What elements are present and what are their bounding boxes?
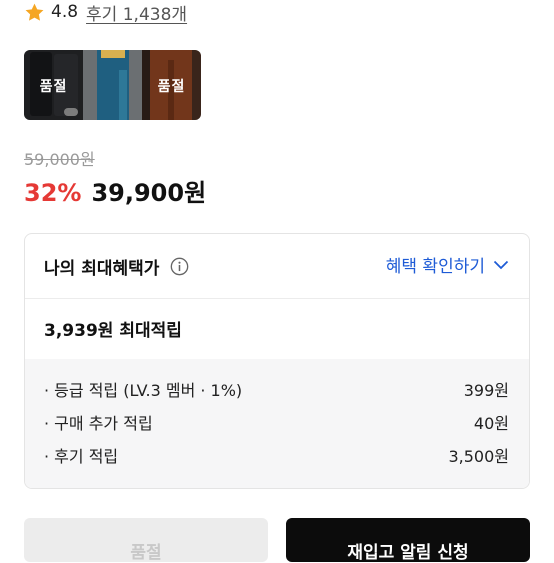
reward-row: · 구매 추가 적립 40원	[44, 410, 509, 434]
option-thumbnail[interactable]: 품절	[24, 50, 83, 120]
soldout-button[interactable]: 품절	[24, 518, 268, 563]
reward-value: 40원	[473, 414, 509, 433]
rating-value: 4.8	[51, 2, 79, 22]
reward-row: · 등급 적립 (LV.3 멤버 · 1%) 399원	[44, 377, 509, 401]
reward-details: · 등급 적립 (LV.3 멤버 · 1%) 399원 · 구매 추가 적립 4…	[25, 359, 529, 488]
sale-price: 39,900원	[91, 179, 207, 207]
info-icon[interactable]	[170, 257, 189, 276]
star-icon	[25, 3, 44, 21]
option-thumbnail[interactable]: 품절	[142, 50, 201, 120]
price-row: 32% 39,900원	[24, 173, 206, 208]
reward-label: · 구매 추가 적립	[44, 414, 153, 433]
review-count-link[interactable]: 후기 1,438개	[86, 0, 187, 25]
original-price: 59,000원	[24, 150, 95, 169]
soldout-badge: 품절	[39, 79, 68, 95]
benefit-card-header: 나의 최대혜택가 혜택 확인하기	[25, 234, 529, 298]
benefit-toggle-button[interactable]: 혜택 확인하기	[386, 252, 509, 277]
benefit-toggle-label: 혜택 확인하기	[385, 257, 485, 277]
reward-label: · 후기 적립	[44, 447, 119, 466]
soldout-badge: 품절	[157, 79, 186, 95]
rating-row: 4.8 후기 1,438개	[24, 0, 187, 25]
benefit-title: 나의 최대혜택가	[44, 259, 160, 279]
discount-rate: 32%	[24, 179, 82, 207]
benefit-card: 나의 최대혜택가 혜택 확인하기 3,939원 최대적립 · 등급 적립 (LV…	[24, 233, 530, 489]
option-thumbnails: 품절 품절	[24, 50, 201, 120]
reward-value: 3,500원	[448, 447, 509, 466]
chevron-down-icon	[493, 260, 509, 269]
restock-alert-button[interactable]: 재입고 알림 신청	[286, 518, 530, 563]
reward-label: · 등급 적립 (LV.3 멤버 · 1%)	[44, 381, 243, 400]
max-reward-summary: 3,939원 최대적립	[44, 321, 182, 341]
reward-value: 399원	[463, 381, 509, 400]
reward-row: · 후기 적립 3,500원	[44, 443, 509, 467]
divider	[25, 298, 529, 299]
option-thumbnail[interactable]	[83, 50, 142, 120]
